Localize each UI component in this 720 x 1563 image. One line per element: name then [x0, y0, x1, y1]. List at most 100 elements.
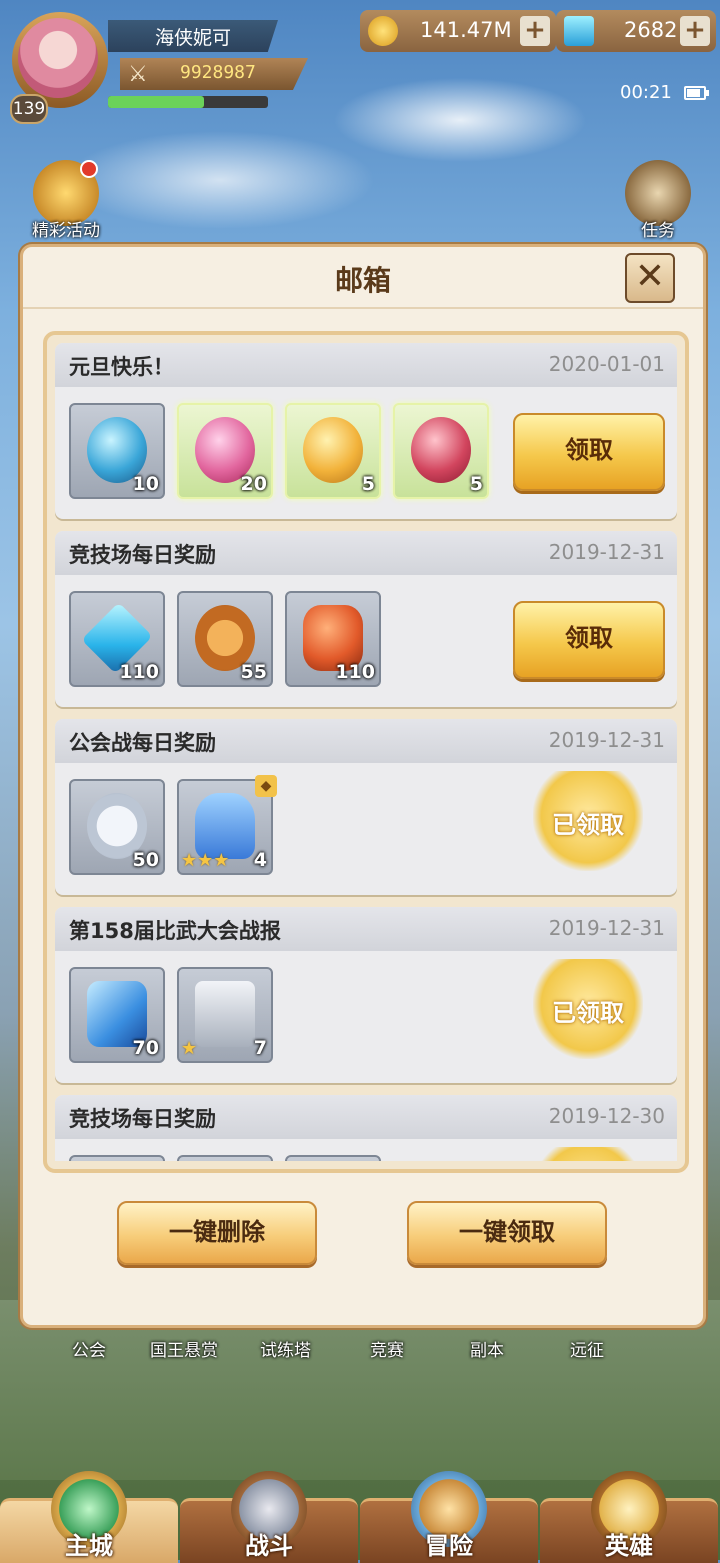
player-info[interactable]: 139 海侠妮可 ⚔ 9928987 [10, 10, 310, 124]
nav-label: 冒险 [425, 1532, 473, 1560]
reward-item[interactable]: ★ 7 [177, 967, 273, 1063]
mail-date: 2019-12-31 [548, 540, 665, 564]
avatar[interactable] [18, 18, 98, 98]
quick-link-guild[interactable]: 公会 [72, 1336, 106, 1361]
quick-link-trial-tower[interactable]: 试练塔 [260, 1336, 311, 1361]
quick-link-bounty[interactable]: 国王悬赏 [150, 1336, 218, 1361]
reward-item[interactable] [285, 1155, 381, 1161]
mail-date: 2019-12-31 [548, 728, 665, 752]
wing-emblem-icon [533, 1147, 643, 1161]
xp-fill [108, 96, 204, 108]
nav-tab-heroes[interactable]: 英雄 [540, 1471, 718, 1563]
mail-title: 竞技场每日奖励 [69, 543, 216, 567]
item-count: 55 [240, 661, 267, 683]
nav-tab-adventure[interactable]: 冒险 [360, 1471, 538, 1563]
divider [23, 307, 703, 309]
item-count: 10 [132, 473, 159, 495]
claimed-label: 已领取 [552, 999, 624, 1027]
delete-all-button[interactable]: 一键删除 [117, 1201, 317, 1265]
claimed-label: 已领取 [552, 811, 624, 839]
mail-title: 竞技场每日奖励 [69, 1107, 216, 1131]
events-label: 精彩活动 [32, 221, 100, 241]
notification-dot [80, 160, 98, 178]
gem-counter: 2682 + [556, 10, 716, 52]
player-level: 139 [10, 94, 48, 124]
claimed-badge: 已领取 [533, 959, 643, 1059]
reward-item[interactable]: 5 [393, 403, 489, 499]
item-count: 110 [119, 661, 159, 683]
mail-header: 竞技场每日奖励 2019-12-30 [55, 1095, 677, 1139]
gem-value: 2682 [624, 18, 678, 42]
reward-item[interactable]: 55 [177, 591, 273, 687]
add-gem-button[interactable]: + [680, 16, 710, 46]
mailbox-title: 邮箱 [334, 264, 391, 297]
mail-item[interactable]: 竞技场每日奖励 2019-12-31 110 55 110 领取 [55, 531, 677, 707]
player-name: 海侠妮可 [108, 20, 278, 52]
tasks-label: 任务 [641, 221, 675, 241]
add-gold-button[interactable]: + [520, 16, 550, 46]
item-count: 5 [361, 473, 375, 495]
gold-value: 141.47M [420, 18, 512, 42]
item-count: 70 [132, 1037, 159, 1059]
reward-item[interactable]: ◆ ★★★ 4 [177, 775, 277, 875]
mail-header: 第158届比武大会战报 2019-12-31 [55, 907, 677, 951]
reward-item[interactable]: 50 [69, 779, 165, 875]
mail-item[interactable]: 公会战每日奖励 2019-12-31 50 ◆ ★★★ 4 已领取 [55, 719, 677, 895]
item-count: 110 [335, 661, 375, 683]
reward-item[interactable] [177, 1155, 273, 1161]
mail-item[interactable]: 竞技场每日奖励 2019-12-30 [55, 1095, 677, 1161]
nav-tab-main-city[interactable]: 主城 [0, 1471, 178, 1563]
mail-item[interactable]: 元旦快乐！ 2020-01-01 10 20 5 5 领取 [55, 343, 677, 519]
mail-title: 第158届比武大会战报 [69, 919, 281, 943]
reward-item[interactable]: 110 [285, 591, 381, 687]
clock: 00:21 [620, 82, 672, 103]
nav-label: 主城 [65, 1532, 113, 1560]
reward-item[interactable]: 5 [285, 403, 381, 499]
mail-header: 竞技场每日奖励 2019-12-31 [55, 531, 677, 575]
mail-title: 公会战每日奖励 [69, 731, 216, 755]
red-egg-icon [411, 417, 471, 483]
quick-link-contest[interactable]: 竞赛 [370, 1336, 404, 1361]
close-icon: ✕ [634, 256, 666, 297]
battery-icon [684, 86, 709, 100]
mailbox-panel: 邮箱 ✕ 元旦快乐！ 2020-01-01 10 20 5 5 领取 竞技场每日… [20, 244, 706, 1328]
claim-all-button[interactable]: 一键领取 [407, 1201, 607, 1265]
events-button[interactable]: 精彩活动 [26, 160, 106, 241]
bottom-nav: 主城 战斗 冒险 英雄 [0, 1471, 720, 1563]
nav-label: 英雄 [605, 1532, 653, 1560]
item-count: 4 [253, 849, 267, 871]
quick-link-dungeon[interactable]: 副本 [470, 1336, 504, 1361]
item-count: 5 [469, 473, 483, 495]
reward-item[interactable]: 110 [69, 591, 165, 687]
mail-date: 2019-12-30 [548, 1104, 665, 1128]
mail-list-frame: 元旦快乐！ 2020-01-01 10 20 5 5 领取 竞技场每日奖励 20… [43, 331, 689, 1173]
nav-label: 战斗 [245, 1532, 293, 1560]
claim-button[interactable]: 领取 [513, 601, 665, 679]
star-rating: ★★★ [181, 850, 230, 871]
reward-item[interactable]: 70 [69, 967, 165, 1063]
xp-bar [108, 96, 268, 108]
tasks-button[interactable]: 任务 [618, 160, 698, 241]
mail-item[interactable]: 第158届比武大会战报 2019-12-31 70 ★ 7 已领取 [55, 907, 677, 1083]
reward-item[interactable]: 20 [177, 403, 273, 499]
quick-links: 公会 国王悬赏 试练塔 竞赛 副本 远征 [40, 1328, 680, 1368]
nav-tab-battle[interactable]: 战斗 [180, 1471, 358, 1563]
gem-icon [564, 16, 594, 46]
claim-button[interactable]: 领取 [513, 413, 665, 491]
silver-chest-icon [195, 981, 255, 1047]
quick-link-expedition[interactable]: 远征 [570, 1336, 604, 1361]
mail-list[interactable]: 元旦快乐！ 2020-01-01 10 20 5 5 领取 竞技场每日奖励 20… [55, 343, 677, 1161]
combat-power: 9928987 [180, 62, 256, 83]
gold-counter: 141.47M + [360, 10, 556, 52]
item-count: 20 [240, 473, 267, 495]
close-button[interactable]: ✕ [625, 253, 675, 303]
claimed-badge: 已领取 [533, 771, 643, 871]
star-rating: ★ [181, 1038, 198, 1059]
item-count: 7 [253, 1037, 267, 1059]
mail-header: 元旦快乐！ 2020-01-01 [55, 343, 677, 387]
gold-coin-icon [368, 16, 398, 46]
mail-title: 元旦快乐！ [69, 355, 174, 379]
mail-date: 2019-12-31 [548, 916, 665, 940]
reward-item[interactable] [69, 1155, 165, 1161]
reward-item[interactable]: 10 [69, 403, 165, 499]
